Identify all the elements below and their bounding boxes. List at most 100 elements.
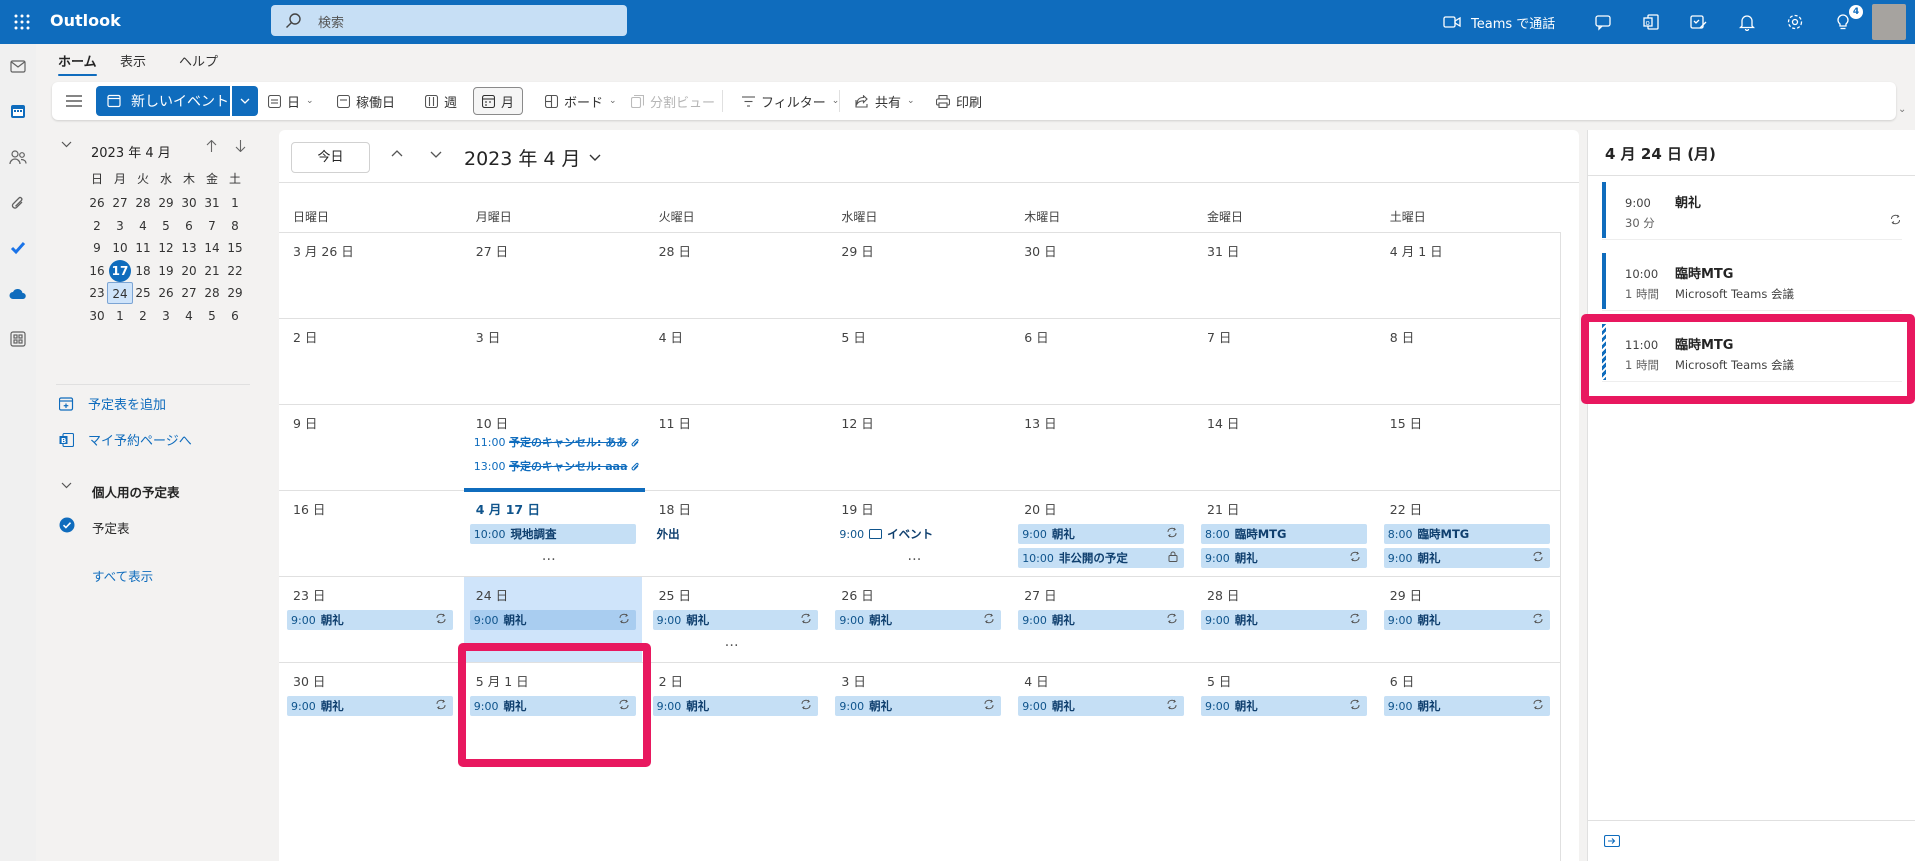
ribbon-expand-icon[interactable]: ⌄ [1898,104,1906,115]
day-view-button[interactable]: 日 ⌄ [268,87,314,115]
search-box[interactable]: 検索 [271,5,627,36]
checked-circle-icon[interactable] [59,517,75,533]
arrow-down-icon[interactable] [235,140,246,152]
today-button[interactable]: 今日 [291,142,370,173]
cancelled-event[interactable]: 11:00 予定のキャンセル: ああ [474,434,640,450]
people-icon[interactable] [6,145,30,169]
calendar-event[interactable]: 9:00 朝礼 [469,610,636,630]
more-apps-icon[interactable] [6,327,30,351]
app-launcher-icon[interactable] [8,8,36,36]
day-cell[interactable]: 6 日 [1010,318,1193,404]
tab-help[interactable]: ヘルプ [179,51,218,70]
calendar-event[interactable]: 9:00 朝礼 [1201,548,1367,568]
mail-icon[interactable] [6,54,30,78]
calendar-event[interactable]: 9:00 朝礼 [1018,696,1184,716]
teams-call-button[interactable]: Teams で通話 [1443,8,1555,36]
month-view-button[interactable]: 月 [473,87,524,115]
day-cell[interactable]: 30 日 [1010,232,1193,318]
mini-calendar-collapse-icon[interactable] [61,141,72,148]
print-button[interactable]: 印刷 [936,87,982,115]
day-cell[interactable]: 2 日 [279,318,462,404]
mini-day[interactable]: 8 [222,215,248,237]
app-brand[interactable]: Outlook [50,11,121,30]
chevron-down-icon[interactable] [61,482,72,489]
arrow-up-icon[interactable] [206,140,217,152]
calendar-event[interactable]: 9:00 朝礼 [1383,610,1550,630]
cancelled-event[interactable]: 13:00 予定のキャンセル: aaa [474,458,640,474]
day-cell[interactable]: 16 日 [279,490,462,576]
day-cell[interactable]: 4 日 [645,318,828,404]
mini-day[interactable]: 6 [222,305,248,327]
calendar-icon[interactable] [6,99,30,123]
day-cell[interactable]: 8 日 [1376,318,1559,404]
calendar-event[interactable]: 9:00 朝礼 [1201,696,1367,716]
more-events-button[interactable]: … [725,634,740,650]
calendar-event[interactable]: 10:00 非公開の予定 [1018,548,1184,568]
mini-day[interactable]: 29 [222,282,248,304]
calendar-event[interactable]: 10:00 現地調査 [469,524,636,544]
day-cell[interactable]: 5 日 [827,318,1010,404]
avatar[interactable] [1872,4,1906,40]
search-input[interactable]: 検索 [318,12,344,31]
show-all-link[interactable]: すべて表示 [92,566,153,585]
mini-calendar-title[interactable]: 2023 年 4 月 [91,142,171,161]
calendar-event[interactable]: 9:00 朝礼 [652,696,819,716]
calendar-event[interactable]: 9:00 朝礼 [1201,610,1367,630]
mini-day[interactable]: 1 [222,192,248,214]
todo-edit-icon[interactable] [1684,8,1712,36]
day-cell[interactable]: 14 日 [1193,404,1376,490]
new-event-button[interactable]: 新しいイベント [96,86,230,116]
day-cell[interactable]: 4 月 1 日 [1376,232,1559,318]
add-calendar-link[interactable]: 予定表を追加 [59,394,166,413]
gear-icon[interactable] [1781,8,1809,36]
day-cell[interactable]: 12 日 [827,404,1010,490]
day-cell[interactable]: 13 日 [1010,404,1193,490]
collapse-pane-icon[interactable] [1604,835,1620,847]
calendar-event[interactable]: 9:00 朝礼 [1018,610,1184,630]
filter-button[interactable]: フィルター ⌄ [742,87,839,115]
chat-icon[interactable] [1589,8,1617,36]
calendar-event[interactable]: 9:00 朝礼 [835,696,1002,716]
board-view-button[interactable]: ボード ⌄ [545,87,617,115]
day-cell[interactable]: 9 日 [279,404,462,490]
more-events-button[interactable]: … [907,548,922,564]
office-icon[interactable]: o [1637,8,1665,36]
split-view-button[interactable]: 分割ビュー [631,87,715,115]
calendar-event[interactable]: 9:00 朝礼 [287,610,453,630]
day-cell[interactable]: 3 月 26 日 [279,232,462,318]
tab-home[interactable]: ホーム [58,51,97,76]
calendar-event[interactable]: 9:00 イベント [835,524,1001,544]
day-cell[interactable]: 7 日 [1193,318,1376,404]
next-month-icon[interactable] [430,151,442,159]
week-view-button[interactable]: 週 [425,87,457,115]
mini-day[interactable]: 22 [222,260,248,282]
calendar-event[interactable]: 8:00 臨時MTG [1383,524,1550,544]
calendar-event[interactable]: 9:00 朝礼 [835,610,1002,630]
day-cell[interactable]: 27 日 [462,232,645,318]
calendar-event[interactable]: 9:00 朝礼 [287,696,453,716]
calendar-event[interactable]: 9:00 朝礼 [1383,696,1550,716]
calendar-event[interactable]: 9:00 朝礼 [1018,524,1184,544]
calendar-group-title[interactable]: 個人用の予定表 [92,482,180,501]
bell-icon[interactable] [1733,8,1761,36]
attachment-icon[interactable] [6,191,30,215]
mini-day[interactable]: 15 [222,237,248,259]
calendar-event[interactable]: 外出 [653,524,819,544]
day-cell[interactable]: 28 日 [645,232,828,318]
calendar-event[interactable]: 9:00 朝礼 [652,610,819,630]
day-cell[interactable]: 11 日 [645,404,828,490]
workweek-view-button[interactable]: 稼働日 [337,87,395,115]
booking-page-link[interactable]: B マイ予約ページへ [59,430,192,449]
scrollbar-track[interactable] [1560,232,1561,861]
previous-month-icon[interactable] [391,149,403,157]
day-cell[interactable]: 31 日 [1193,232,1376,318]
onedrive-icon[interactable] [6,282,30,306]
agenda-item[interactable]: 9:00 30 分 朝礼 [1602,182,1902,240]
day-cell[interactable]: 29 日 [827,232,1010,318]
agenda-item[interactable]: 10:00 1 時間 臨時MTG Microsoft Teams 会議 [1602,253,1902,311]
month-title-button[interactable]: 2023 年 4 月 [464,144,601,171]
more-events-button[interactable]: … [542,548,557,564]
share-button[interactable]: 共有 ⌄ [855,87,915,115]
calendar-event[interactable]: 8:00 臨時MTG [1201,524,1367,544]
hamburger-menu-icon[interactable] [66,87,82,115]
